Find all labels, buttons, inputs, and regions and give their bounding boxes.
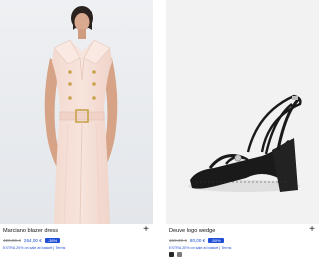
color-swatch-grey[interactable] (177, 252, 182, 257)
sandal-photo-icon (166, 0, 319, 224)
product-image-dress[interactable] (0, 0, 153, 224)
product-image-sandal[interactable] (166, 0, 319, 224)
sale-price: 264,00 € (23, 238, 42, 243)
add-to-bag-plus-icon[interactable]: + (307, 225, 317, 235)
product-card-marciano-blazer-dress[interactable]: Marciano blazer dress + 429,00 € 264,00 … (0, 0, 153, 270)
discount-badge: -38% (44, 238, 61, 243)
color-swatches (169, 252, 182, 257)
original-price: 159,00 € (169, 238, 187, 243)
discount-badge: -50% (208, 238, 224, 243)
product-grid: Marciano blazer dress + 429,00 € 264,00 … (0, 0, 320, 270)
original-price: 429,00 € (3, 238, 21, 243)
add-to-bag-plus-icon[interactable]: + (141, 225, 151, 235)
color-swatch-black[interactable] (169, 252, 174, 257)
sale-price: 80,00 € (189, 238, 206, 243)
promo-text[interactable]: EXTRA 20% on sale at basket | Terms (169, 246, 231, 251)
price-row: 429,00 € 264,00 € -38% (3, 237, 61, 244)
product-card-deuve-logo-wedge[interactable]: Deuve logo wedge + 159,00 € 80,00 € -50%… (166, 0, 319, 270)
product-title[interactable]: Deuve logo wedge (169, 228, 215, 235)
promo-text[interactable]: EXTRA 20% on sale at basket | Terms (3, 246, 65, 251)
product-title[interactable]: Marciano blazer dress (3, 228, 58, 235)
price-row: 159,00 € 80,00 € -50% (169, 237, 224, 244)
dress-photo-icon (0, 0, 153, 224)
